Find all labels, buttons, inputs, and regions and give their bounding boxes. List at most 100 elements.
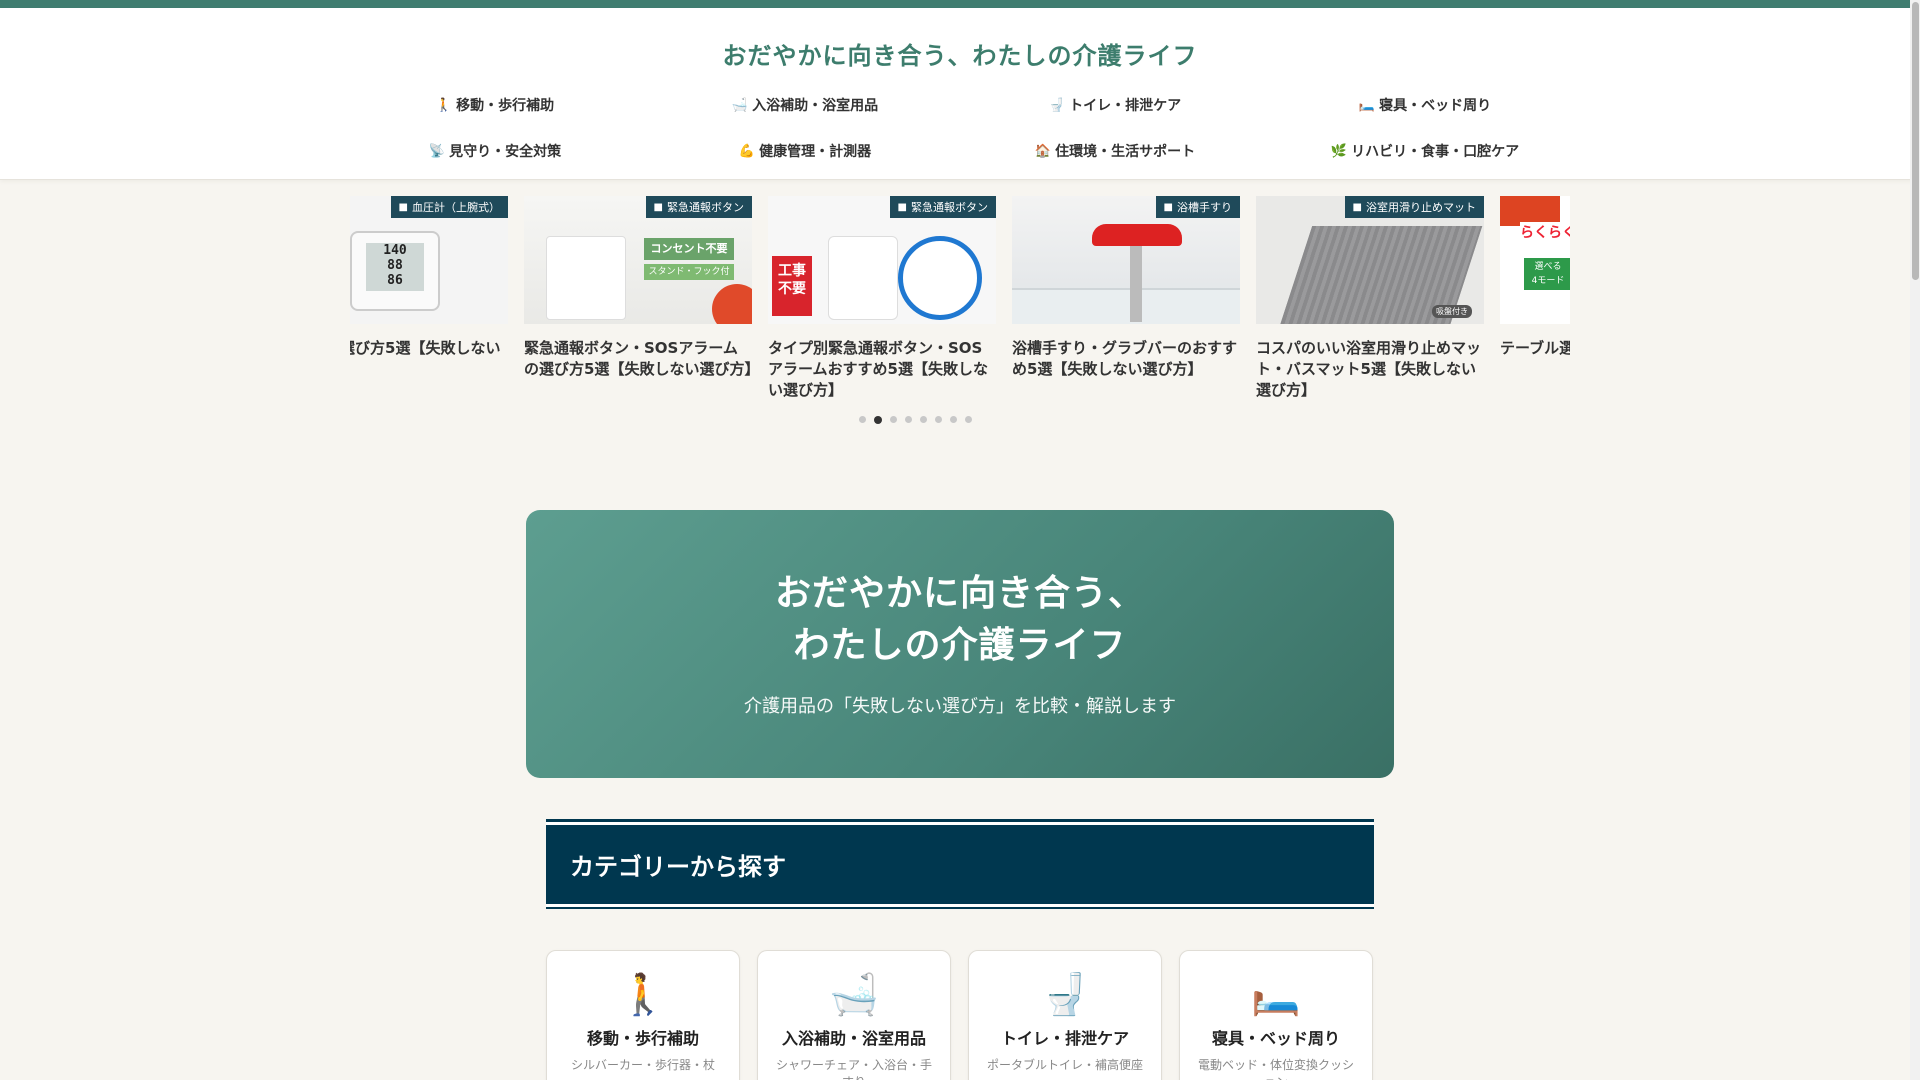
hero-title: おだやかに向き合う、 わたしの介護ライフ [526,568,1394,672]
category-name: 入浴補助・浴室用品 [781,1028,926,1048]
flexed-biceps-icon: 💪 [738,143,756,159]
toilet-icon: 🚽 [1040,971,1090,1018]
category-tag[interactable]: ■ 血圧計（上腕式） [390,196,508,218]
bathtub-image [1012,288,1240,324]
category-section-heading: カテゴリーから探す [546,821,1374,904]
slide-card[interactable]: らくらく 選べる 4モード テーブル選び方・おガイド [1500,196,1570,401]
monitor-screen: 140 88 86 [366,243,424,291]
slide-card[interactable]: ■ 浴槽手すり 浴槽手すり・グラブバーのおすすめ5選【失敗しない選び方】 [1012,196,1240,401]
nav-item-label: 移動・歩行補助 [456,98,555,114]
product-badge: 工事 不要 [772,256,812,316]
category-tag[interactable]: ■ 浴槽手すり [1155,196,1240,218]
slider-pagination [0,415,1920,424]
category-tag-label: 血圧計（上腕式） [412,201,500,214]
blood-pressure-monitor-image: 140 88 86 [350,231,440,311]
folder-icon: ■ [1163,201,1173,213]
product-badge: 選べる 4モード [1524,258,1570,290]
slider-dot[interactable] [964,416,972,423]
slider-dot[interactable] [949,416,957,423]
slider-dot[interactable] [858,416,866,423]
slide-thumbnail[interactable]: ■ 浴槽手すり [1012,196,1240,324]
bed-icon: 🛏️ [1251,971,1301,1018]
bed-icon: 🛏️ [1358,97,1376,113]
scrollbar-thumb[interactable] [1912,2,1919,280]
bathtub-icon: 🛁 [731,97,749,113]
category-tag[interactable]: ■ 緊急通報ボタン [889,196,996,218]
category-tag[interactable]: ■ 緊急通報ボタン [645,196,752,218]
slider-track: 140 88 86 ■血圧計（上腕式） 血圧計の選び方5選【失敗しない選び方】 … [350,196,1570,401]
nav-item-rehab[interactable]: 🌿 リハビリ・食事・口腔ケア [1270,139,1580,163]
category-card-mobility[interactable]: 🚶 移動・歩行補助 シルバーカー・歩行器・杖 [546,949,740,1080]
toilet-icon: 🚽 [1048,97,1066,113]
category-tag-label: 緊急通報ボタン [911,201,988,214]
alarm-receiver-image [546,236,626,320]
category-card-bathing[interactable]: 🛁 入浴補助・浴室用品 シャワーチェア・入浴台・手すり [757,949,951,1080]
slide-thumbnail[interactable]: 工事 不要 ■ 緊急通報ボタン [768,196,996,324]
slider-dot[interactable] [934,416,942,423]
nav-item-bathing[interactable]: 🛁 入浴補助・浴室用品 [650,93,960,117]
product-badge: コンセント不要 [644,238,734,260]
category-name: トイレ・排泄ケア [1000,1028,1129,1048]
slide-card[interactable]: 140 88 86 ■ 血圧計（上腕式） 血圧計の選び方5選【失敗しない選び方】 [350,196,508,401]
hero-subtitle: 介護用品の「失敗しない選び方」を比較・解説します [744,695,1176,717]
nav-item-mobility[interactable]: 🚶 移動・歩行補助 [340,93,650,117]
category-grid: 🚶 移動・歩行補助 シルバーカー・歩行器・杖 🛁 入浴補助・浴室用品 シャワーチ… [546,949,1374,1080]
slide-thumbnail[interactable]: 140 88 86 ■ 血圧計（上腕式） [350,196,508,324]
bathtub-icon: 🛁 [829,971,879,1018]
grab-bar-image [1092,224,1182,246]
folder-icon: ■ [398,201,408,213]
grab-bar-pole-image [1130,242,1142,322]
article-slider[interactable]: 140 88 86 ■血圧計（上腕式） 血圧計の選び方5選【失敗しない選び方】 … [350,196,1570,406]
nav-item-label: リハビリ・食事・口腔ケア [1351,144,1520,160]
category-name: 寝具・ベッド周り [1211,1028,1340,1048]
slide-title[interactable]: コスパのいい浴室用滑り止めマット・バスマット5選【失敗しない選び方】 [1256,338,1484,401]
slide-thumbnail[interactable]: 吸盤付き ■ 浴室用滑り止めマット [1256,196,1484,324]
hero-banner: おだやかに向き合う、 わたしの介護ライフ 介護用品の「失敗しない選び方」を比較・解… [526,509,1394,778]
folder-icon: ■ [1352,201,1362,213]
slide-title[interactable]: 浴槽手すり・グラブバーのおすすめ5選【失敗しない選び方】 [1012,338,1240,380]
site-title[interactable]: おだやかに向き合う、わたしの介護ライフ [0,8,1920,71]
slide-title[interactable]: テーブル選び方・おガイド [1500,338,1570,359]
nav-item-label: 入浴補助・浴室用品 [752,98,879,114]
slider-dot[interactable] [904,416,912,423]
category-description: シルバーカー・歩行器・杖 [570,1057,715,1072]
category-card-toilet[interactable]: 🚽 トイレ・排泄ケア ポータブルトイレ・補高便座 [968,949,1162,1080]
nav-item-label: 見守り・安全対策 [449,144,562,160]
category-description: 電動ベッド・体位変換クッション [1197,1057,1354,1080]
satellite-antenna-icon: 📡 [428,143,446,159]
category-card-bedding[interactable]: 🛏️ 寝具・ベッド周り 電動ベッド・体位変換クッション [1179,949,1373,1080]
folder-icon: ■ [653,201,663,213]
page-scrollbar[interactable] [1910,0,1920,1080]
category-tag-label: 緊急通報ボタン [667,201,744,214]
category-name: 移動・歩行補助 [586,1028,699,1048]
slide-thumbnail[interactable]: コンセント不要 スタンド・フック付 ■ 緊急通報ボタン [524,196,752,324]
category-tag[interactable]: ■ 浴室用滑り止めマット [1344,196,1484,218]
slide-card[interactable]: 工事 不要 ■ 緊急通報ボタン タイプ別緊急通報ボタン・SOSアラームおすすめ5選… [768,196,996,401]
slide-thumbnail[interactable]: らくらく 選べる 4モード [1500,196,1570,324]
slide-title[interactable]: タイプ別緊急通報ボタン・SOSアラームおすすめ5選【失敗しない選び方】 [768,338,996,401]
category-tag-label: 浴槽手すり [1177,201,1232,214]
nav-item-safety[interactable]: 📡 見守り・安全対策 [340,139,650,163]
call-button-image [898,236,982,320]
slider-dot[interactable] [889,416,897,423]
nav-item-health[interactable]: 💪 健康管理・計測器 [650,139,960,163]
nav-item-label: 寝具・ベッド周り [1379,98,1492,114]
top-accent-bar [0,0,1920,8]
slider-dot[interactable] [919,416,927,423]
product-badge: スタンド・フック付 [644,264,734,280]
nav-item-toilet[interactable]: 🚽 トイレ・排泄ケア [960,93,1270,117]
nav-item-living[interactable]: 🏠 住環境・生活サポート [960,139,1270,163]
category-description: シャワーチェア・入浴台・手すり [775,1057,932,1080]
site-header: おだやかに向き合う、わたしの介護ライフ 🚶 移動・歩行補助 🛁 入浴補助・浴室用品 … [0,8,1920,180]
walking-person-icon: 🚶 [435,97,453,113]
category-description: ポータブルトイレ・補高便座 [986,1057,1143,1072]
nav-item-bedding[interactable]: 🛏️ 寝具・ベッド周り [1270,93,1580,117]
slide-title[interactable]: 緊急通報ボタン・SOSアラームの選び方5選【失敗しない選び方】 [524,338,759,380]
slider-dot[interactable] [873,415,882,424]
slide-card[interactable]: 吸盤付き ■ 浴室用滑り止めマット コスパのいい浴室用滑り止めマット・バスマット5… [1256,196,1484,401]
product-badge: らくらく [1520,222,1570,262]
slide-card[interactable]: コンセント不要 スタンド・フック付 ■ 緊急通報ボタン 緊急通報ボタン・SOSアラ… [524,196,759,401]
nav-item-label: トイレ・排泄ケア [1069,98,1182,114]
slide-title[interactable]: 血圧計の選び方5選【失敗しない選び方】 [350,338,508,380]
house-icon: 🏠 [1034,143,1052,159]
